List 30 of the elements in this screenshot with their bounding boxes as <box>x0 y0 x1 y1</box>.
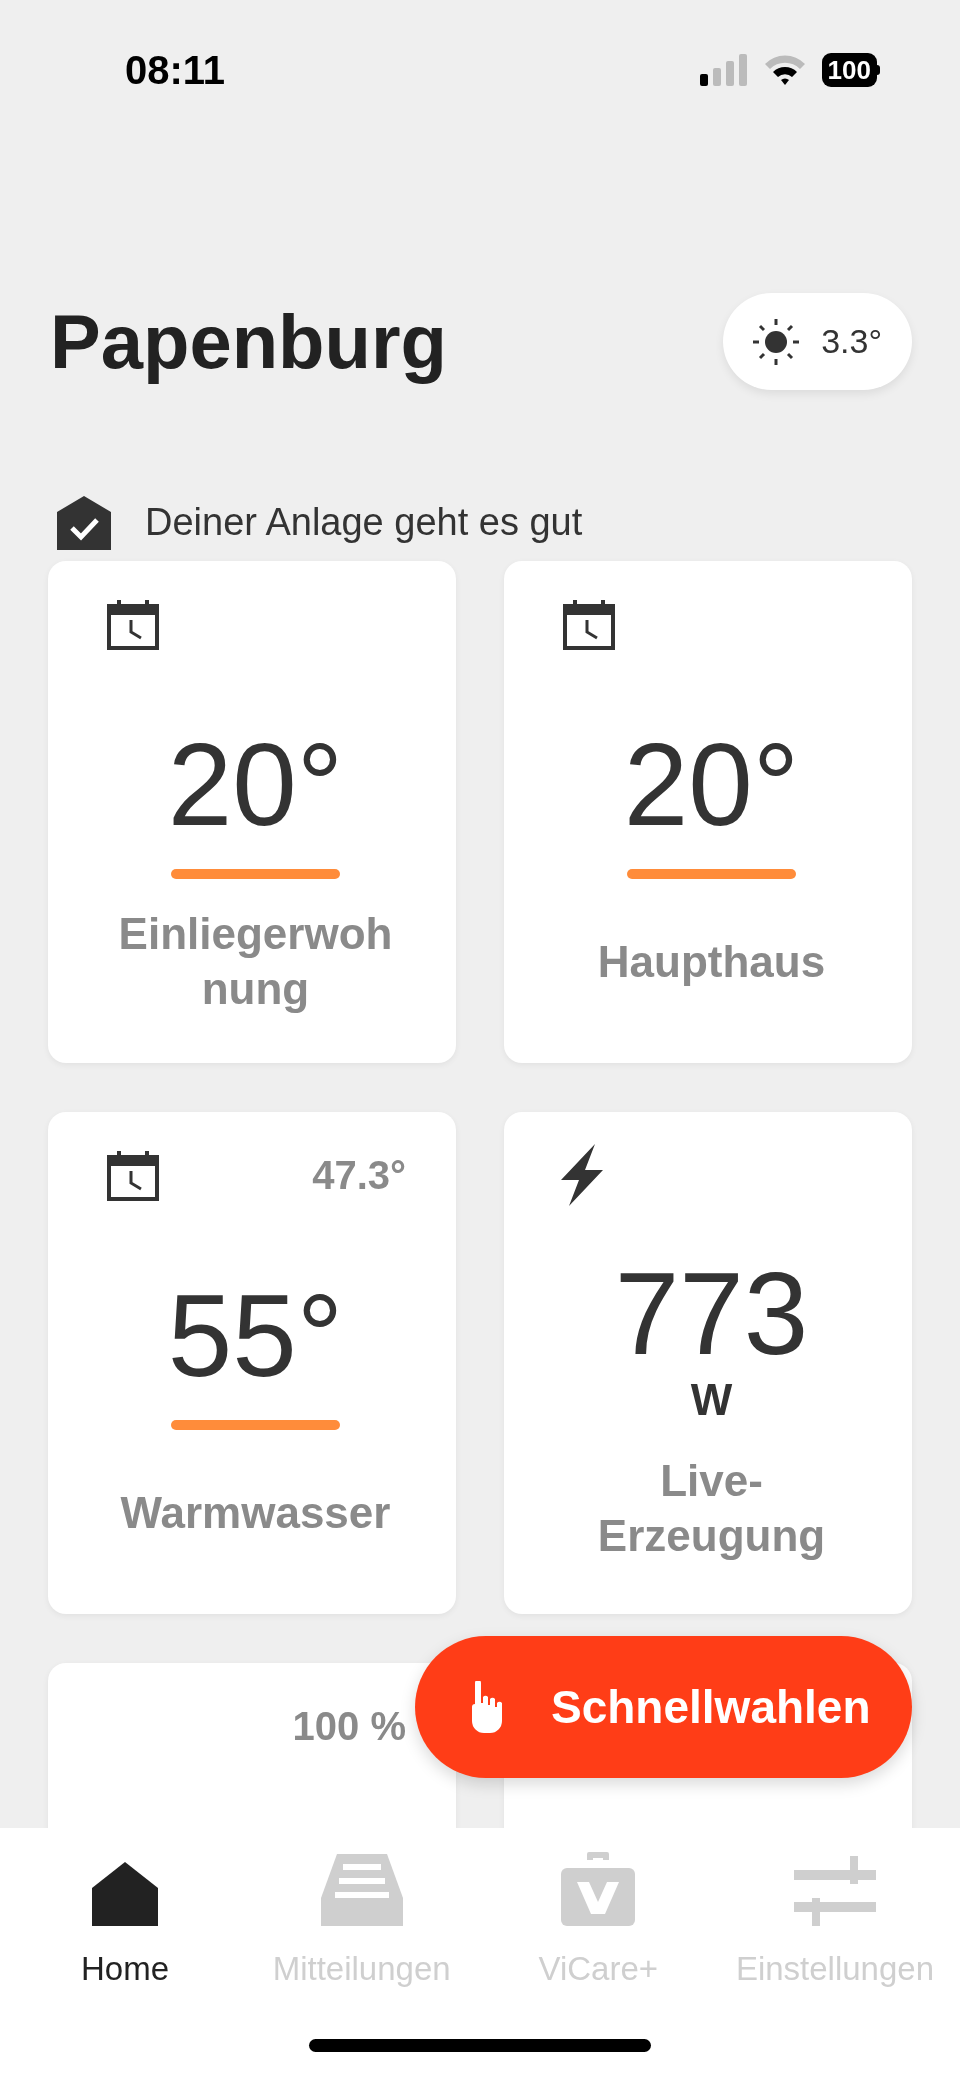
inbox-tray-icon <box>320 1854 403 1926</box>
card-label: Einliegerwohnung <box>117 908 394 1015</box>
house-icon <box>92 1862 158 1926</box>
system-status-text: Deiner Anlage geht es gut <box>145 500 583 545</box>
room-card[interactable]: 47.3° 55° Warmwasser <box>48 1112 456 1614</box>
outside-temperature: 3.3° <box>821 321 882 362</box>
room-card[interactable]: 20° Einliegerwohnung <box>48 561 456 1063</box>
signal-icon <box>699 54 748 86</box>
card-label: Warmwasser <box>120 1486 391 1539</box>
nav-tab[interactable]: Home <box>10 1850 240 1994</box>
sliders-icon <box>793 1856 876 1926</box>
card-label: Haupthaus <box>597 935 826 988</box>
current-reading: 47.3° <box>312 1155 406 1195</box>
power-unit: W <box>690 1378 733 1422</box>
current-reading: 100 % <box>292 1706 406 1746</box>
quick-actions-button[interactable]: Schnellwahlen <box>415 1636 912 1778</box>
room-card[interactable]: 20° Haupthaus <box>504 561 912 1063</box>
temperature-value: 20° <box>623 727 800 843</box>
temperature-value: 20° <box>167 727 344 843</box>
card-label: Live-Erzeugung <box>596 1455 827 1562</box>
battery-level: 100 <box>821 53 877 87</box>
status-time: 08:11 <box>125 47 226 94</box>
bag-icon <box>561 1852 636 1926</box>
room-card[interactable]: 773 W Live-Erzeugung <box>504 1112 912 1614</box>
weather-pill[interactable]: 3.3° <box>723 293 912 390</box>
wifi-icon <box>763 54 806 86</box>
sun-icon <box>753 318 800 365</box>
temperature-value: 55° <box>167 1278 344 1394</box>
power-value: 773 <box>614 1256 809 1372</box>
lightning-bolt-icon <box>561 1144 603 1206</box>
